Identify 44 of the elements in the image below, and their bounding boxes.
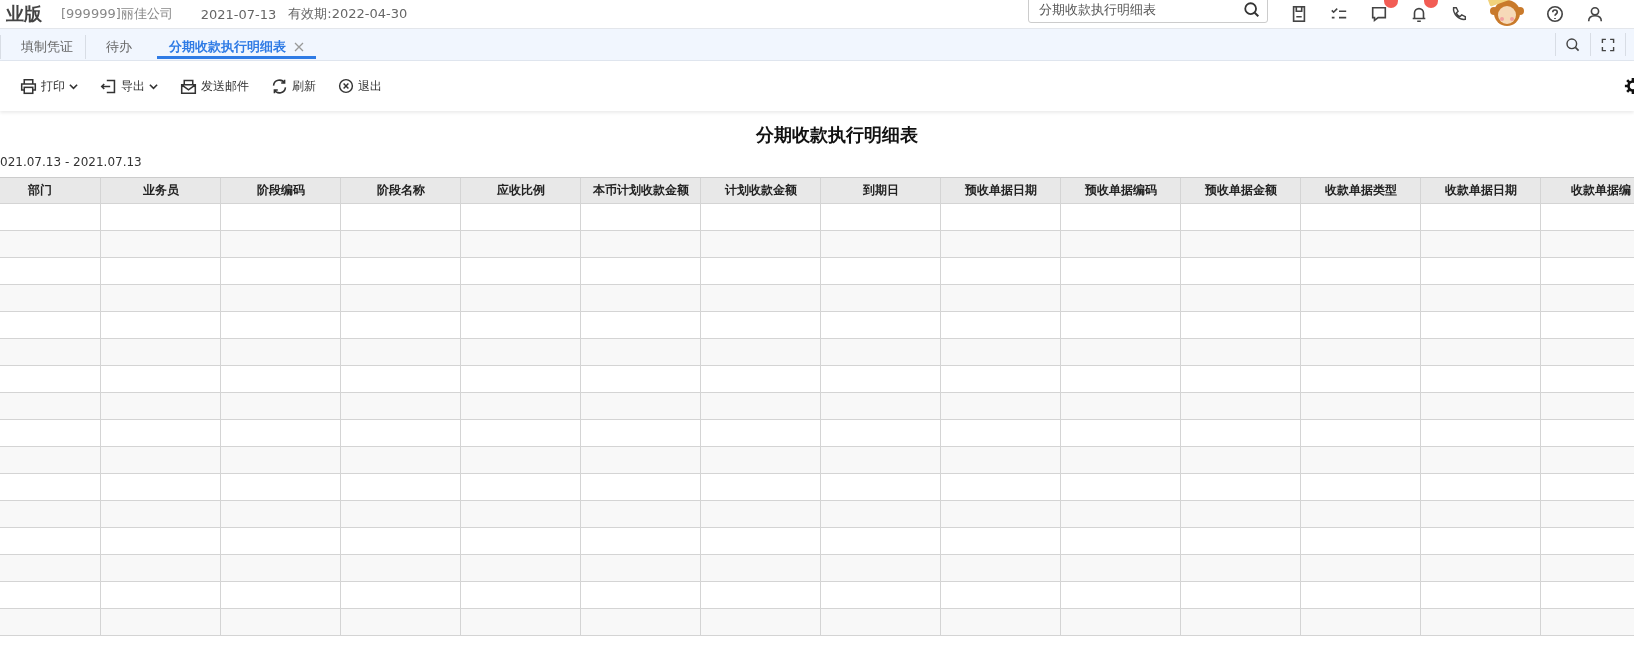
column-header: 阶段编码 bbox=[221, 178, 341, 204]
column-header: 到期日 bbox=[821, 178, 941, 204]
help-icon[interactable] bbox=[1546, 5, 1564, 23]
column-header: 业务员 bbox=[101, 178, 221, 204]
column-header: 部门 bbox=[0, 178, 101, 204]
column-header: 预收单据日期 bbox=[941, 178, 1061, 204]
column-header: 收款单据编 bbox=[1541, 178, 1634, 204]
refresh-button[interactable]: 刷新 bbox=[265, 77, 322, 95]
search-icon[interactable] bbox=[1565, 36, 1581, 53]
column-header: 收款单据日期 bbox=[1421, 178, 1541, 204]
fullscreen-icon[interactable] bbox=[1601, 37, 1615, 52]
column-header: 预收单据编码 bbox=[1061, 178, 1181, 204]
column-header: 应收比例 bbox=[461, 178, 581, 204]
user-icon[interactable] bbox=[1586, 5, 1604, 23]
envelope-icon bbox=[180, 77, 197, 95]
close-circle-icon bbox=[338, 78, 354, 94]
date-range: 021.07.13 - 2021.07.13 bbox=[0, 155, 143, 171]
search-icon[interactable] bbox=[1243, 1, 1261, 19]
validity-date: 有效期:2022-04-30 bbox=[288, 5, 408, 23]
close-icon[interactable] bbox=[294, 42, 304, 52]
save-icon[interactable] bbox=[1290, 5, 1308, 23]
column-header: 收款单据类型 bbox=[1301, 178, 1421, 204]
phone-icon[interactable] bbox=[1450, 5, 1468, 23]
column-header: 本币计划收款金额 bbox=[581, 178, 701, 204]
printer-icon bbox=[20, 77, 37, 95]
column-header: 计划收款金额 bbox=[701, 178, 821, 204]
column-header: 阶段名称 bbox=[341, 178, 461, 204]
column-header: 预收单据金额 bbox=[1181, 178, 1301, 204]
tab[interactable]: 分期收款执行明细表 bbox=[156, 35, 316, 59]
login-date: 2021-07-13 bbox=[200, 6, 277, 22]
search-field[interactable]: 分期收款执行明细表 bbox=[1028, 0, 1268, 23]
product-name: 业版 bbox=[6, 2, 42, 26]
export-icon bbox=[100, 77, 117, 95]
tab[interactable]: 填制凭证 bbox=[0, 35, 85, 59]
tab[interactable]: 待办 bbox=[85, 35, 144, 59]
mail-button[interactable]: 发送邮件 bbox=[174, 77, 255, 95]
print-button[interactable]: 打印 bbox=[14, 77, 84, 95]
message-icon[interactable] bbox=[1370, 5, 1388, 23]
report-title: 分期收款执行明细表 bbox=[755, 123, 919, 147]
company-name: [999999]丽佳公司 bbox=[61, 5, 173, 23]
export-button[interactable]: 导出 bbox=[94, 77, 164, 95]
exit-button[interactable]: 退出 bbox=[332, 77, 388, 95]
bell-icon[interactable] bbox=[1410, 5, 1428, 23]
refresh-icon bbox=[271, 77, 288, 95]
